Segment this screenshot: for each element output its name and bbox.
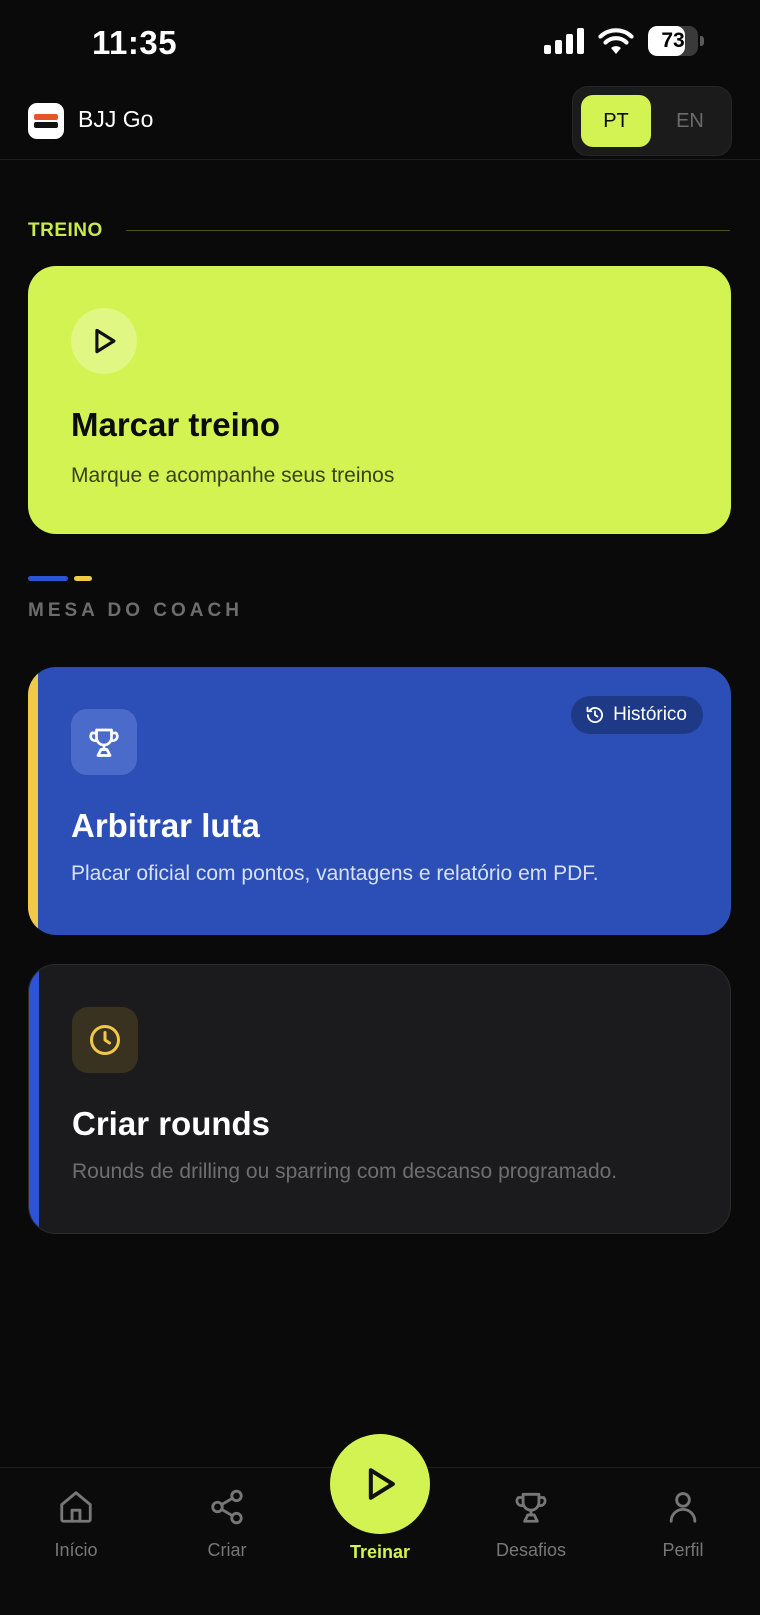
card-subtitle: Placar oficial com pontos, vantagens e r… (71, 862, 599, 885)
nav-item-create[interactable]: Criar (167, 1486, 287, 1561)
language-option-en[interactable]: EN (655, 95, 725, 147)
language-toggle: PT EN (572, 86, 732, 156)
status-icons: 73 (544, 26, 704, 56)
nav-item-profile[interactable]: Perfil (623, 1486, 743, 1561)
trophy-icon (71, 709, 137, 775)
section-title-training: TREINO (28, 220, 103, 241)
history-icon (586, 706, 604, 724)
share-icon (211, 1489, 243, 1525)
card-title: Criar rounds (72, 1105, 271, 1142)
nav-item-challenges[interactable]: Desafios (471, 1486, 591, 1561)
app-screen: 11:35 73 BJJ Go PT EN TREINO Marcar trei… (0, 0, 760, 1615)
nav-label: Criar (207, 1540, 247, 1560)
play-icon (71, 308, 137, 374)
referee-match-card[interactable]: Histórico Arbitrar luta Placar oficial c… (28, 667, 731, 935)
create-rounds-card[interactable]: Criar rounds Rounds de drilling ou sparr… (28, 964, 731, 1234)
card-title: Arbitrar luta (71, 807, 260, 844)
card-accent-stripe (28, 667, 38, 935)
battery-icon: 73 (648, 26, 704, 56)
nav-label: Início (54, 1540, 98, 1560)
signal-icon (544, 28, 584, 54)
status-bar: 11:35 73 (0, 0, 760, 86)
card-accent-stripe (29, 965, 39, 1233)
user-icon (669, 1492, 697, 1523)
app-header: BJJ Go PT EN (0, 86, 760, 160)
history-label: Histórico (613, 704, 687, 725)
trophy-icon (515, 1492, 547, 1523)
card-title: Marcar treino (71, 406, 281, 443)
clock-icon (72, 1007, 138, 1073)
status-time: 11:35 (92, 24, 178, 61)
section-divider (126, 230, 730, 231)
nav-item-home[interactable]: Início (16, 1486, 136, 1561)
nav-label: Desafios (495, 1540, 567, 1560)
nav-train-button[interactable] (330, 1434, 430, 1534)
wifi-icon (598, 28, 634, 54)
nav-label: Perfil (662, 1540, 704, 1560)
section-title-coach: MESA DO COACH (28, 600, 243, 621)
card-subtitle: Rounds de drilling ou sparring com desca… (72, 1160, 618, 1183)
nav-train-label[interactable]: Treinar (320, 1542, 440, 1563)
play-icon (368, 1468, 395, 1500)
app-logo (28, 103, 64, 139)
battery-level: 73 (661, 29, 685, 52)
app-name: BJJ Go (78, 106, 154, 132)
history-button[interactable]: Histórico (571, 696, 703, 734)
mark-training-card[interactable]: Marcar treino Marque e acompanhe seus tr… (28, 266, 731, 534)
home-icon (60, 1491, 92, 1523)
card-subtitle: Marque e acompanhe seus treinos (71, 464, 395, 487)
language-option-pt[interactable]: PT (581, 95, 651, 147)
